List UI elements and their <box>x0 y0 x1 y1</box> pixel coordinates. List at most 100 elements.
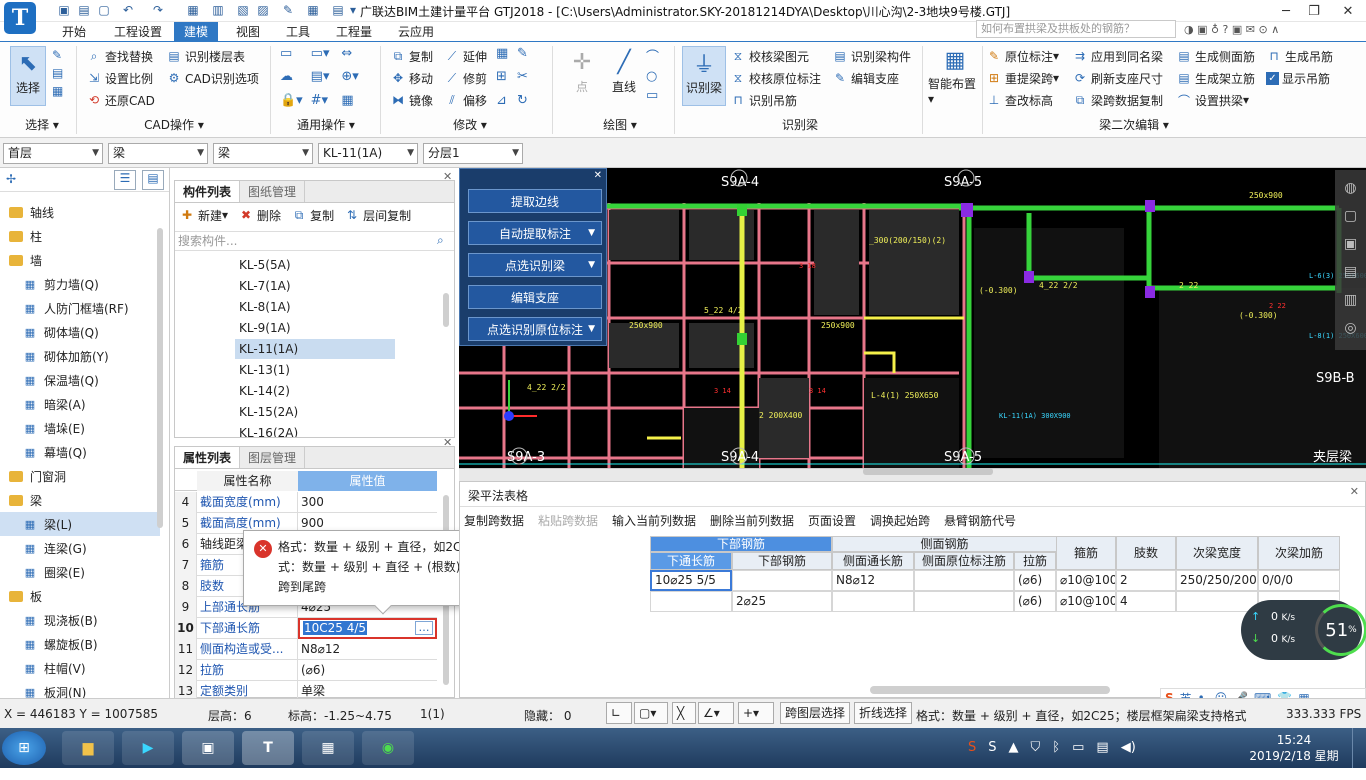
common-ops-icons[interactable]: ▭ ▭▾ ⇔ ☁ ▤▾ ⊕▾ 🔒▾ #▾ ▦ <box>280 46 372 112</box>
table-cell[interactable]: 2⌀25 <box>732 591 832 612</box>
nav-folder[interactable]: 梁 <box>0 488 160 512</box>
column-header[interactable]: 拉筋 <box>1014 552 1056 570</box>
pan-icon[interactable]: ⇔ <box>341 46 372 65</box>
sogou-tray-icon[interactable]: S <box>968 740 976 755</box>
sheet-icon[interactable]: ▤▾ <box>311 69 342 88</box>
shield-icon[interactable]: ⛉ <box>1031 740 1041 755</box>
page-setup-button[interactable]: 页面设置 <box>808 512 856 529</box>
nav-item[interactable]: ▦ 砌体墙(Q) <box>0 320 160 344</box>
edit-support-button[interactable]: ✎ 编辑支座 <box>832 68 899 88</box>
span-layer-select-button[interactable]: 跨图层选择 <box>780 702 851 724</box>
table-cell[interactable]: 0/0/0 <box>1258 570 1340 591</box>
nav-item[interactable]: ▦ 现浇板(B) <box>0 608 160 632</box>
auto-extract-annotation-button[interactable]: 自动提取标注 ▼ <box>468 221 602 245</box>
nav-scrollbar[interactable] <box>157 228 163 528</box>
copy-component-button[interactable]: ⧉ 复制 <box>291 205 334 225</box>
column-header[interactable]: 下通长筋 <box>650 552 732 570</box>
find-replace-button[interactable]: ⌕ 查找替换 <box>86 46 153 66</box>
draw-extra-icons[interactable]: ⌒ ○ ▭ <box>646 46 664 112</box>
angle-toggle[interactable]: ∠▾ <box>698 702 734 724</box>
column-header[interactable]: 下部钢筋 <box>732 552 832 570</box>
component-scrollbar[interactable] <box>443 293 449 327</box>
extend-button[interactable]: ⟋ 延伸 <box>444 46 487 66</box>
table-cell[interactable]: N8⌀12 <box>832 570 914 591</box>
pick-identify-beam-button[interactable]: 点选识别梁 ▼ <box>468 253 602 277</box>
view-3d-icon[interactable]: ▣ <box>1344 236 1357 252</box>
cross-toggle[interactable]: ╳ <box>672 702 696 724</box>
view-reset-icon[interactable]: ▥ <box>1344 292 1357 308</box>
tab-property-list[interactable]: 属性列表 <box>175 447 241 468</box>
column-header[interactable]: 次梁加筋 <box>1258 536 1340 570</box>
check-elevation-button[interactable]: ⊥ 查改标高 <box>986 90 1053 110</box>
table-cell[interactable]: 250/250/200 <box>1176 570 1258 591</box>
align-icon[interactable]: ⊿ <box>496 93 517 112</box>
copy-span-data-button[interactable]: ⧉ 梁跨数据复制 <box>1072 90 1163 110</box>
floor-copy-button[interactable]: ⇅ 层间复制 <box>344 205 411 225</box>
rect-icon[interactable]: ▭▾ <box>311 46 342 65</box>
nav-item[interactable]: ▦ 圈梁(E) <box>0 560 160 584</box>
component-select[interactable]: KL-11(1A) ▼ <box>318 143 418 164</box>
table-cell[interactable] <box>832 591 914 612</box>
floor-select[interactable]: 首层 ▼ <box>3 143 103 164</box>
table-cell[interactable]: 2 <box>1116 570 1176 591</box>
arc-icon[interactable]: ⌒ <box>646 46 664 65</box>
property-row[interactable]: 12 拉筋 (⌀6) <box>175 660 437 681</box>
line-button[interactable]: ╱ 直线 <box>604 46 644 106</box>
edit-support-panel-button[interactable]: 编辑支座 <box>468 285 602 309</box>
point-button[interactable]: ✛ 点 <box>564 46 600 106</box>
pin-icon[interactable]: ✢ <box>6 172 16 186</box>
property-row[interactable]: 4 截面宽度(mm) 300 <box>175 492 437 513</box>
check-annotation-button[interactable]: ⧖ 校核原位标注 <box>730 68 821 88</box>
snap-toggle[interactable]: ▢▾ <box>634 702 668 724</box>
table-icon[interactable]: ▥ <box>210 2 226 18</box>
table-cell[interactable] <box>732 570 832 591</box>
move-button[interactable]: ✥ 移动 <box>390 68 433 88</box>
modify-extra-icons[interactable]: ▦ ✎ ⊞ ✂ ⊿ ↻ <box>496 46 538 112</box>
app-logo-icon[interactable]: T <box>4 2 36 34</box>
mesh-icon[interactable]: #▾ <box>311 93 342 112</box>
taskbar-calculator[interactable]: ▦ <box>302 731 354 765</box>
dimension-toggle[interactable]: +▾ <box>738 702 774 724</box>
trim-button[interactable]: ⟋ 修剪 <box>444 68 487 88</box>
close-icon[interactable]: ✕ <box>1350 485 1359 498</box>
start-button[interactable]: ⊞ <box>2 731 46 765</box>
table-cell[interactable] <box>914 591 1014 612</box>
table-cell[interactable]: ⌀10@100 <box>1056 591 1116 612</box>
menu-cloud[interactable]: 云应用 <box>388 22 444 42</box>
cad-scrollbar[interactable] <box>863 468 993 475</box>
pick-identify-annotation-button[interactable]: 点选识别原位标注 ▼ <box>468 317 602 341</box>
split-icon[interactable]: ✂ <box>517 69 538 88</box>
input-column-button[interactable]: 输入当前列数据 <box>612 512 696 529</box>
component-item[interactable]: KL-13(1) <box>235 360 395 380</box>
gen-side-bar-button[interactable]: ▤ 生成侧面筋 <box>1176 46 1255 66</box>
panel-close-icon[interactable]: ✕ <box>443 170 452 183</box>
refresh-support-button[interactable]: ⟳ 刷新支座尺寸 <box>1072 68 1163 88</box>
globe-icon[interactable]: ◍ <box>1344 180 1356 196</box>
circle-icon[interactable]: ○ <box>646 69 664 84</box>
element-type-select[interactable]: 梁 ▼ <box>108 143 208 164</box>
view-icon[interactable]: ▧ <box>235 2 251 18</box>
menu-tools[interactable]: 工具 <box>276 22 320 42</box>
copy-button[interactable]: ⧉ 复制 <box>390 46 433 66</box>
column-header[interactable]: 侧面原位标注筋 <box>914 552 1014 570</box>
menu-project-settings[interactable]: 工程设置 <box>104 22 172 42</box>
tab-component-list[interactable]: 构件列表 <box>175 181 241 202</box>
close-icon[interactable]: ✕ <box>594 170 602 181</box>
cantilever-code-button[interactable]: 悬臂钢筋代号 <box>944 512 1016 529</box>
component-item[interactable]: KL-11(1A) <box>235 339 395 359</box>
network-icon[interactable]: ▤ <box>1096 740 1108 755</box>
cad-options-button[interactable]: ⚙ CAD识别选项 <box>166 68 259 88</box>
nav-item[interactable]: ▦ 柱帽(V) <box>0 656 160 680</box>
component-item[interactable]: KL-14(2) <box>235 381 395 401</box>
gen-hanger-button[interactable]: ⊓ 生成吊筋 <box>1266 46 1333 66</box>
nav-item[interactable]: ▦ 连梁(G) <box>0 536 160 560</box>
list-view-icon[interactable]: ☰ <box>114 170 136 190</box>
component-item[interactable]: KL-9(1A) <box>235 318 395 338</box>
table-cell[interactable]: ⌀10@100 <box>1056 570 1116 591</box>
restore-cad-button[interactable]: ⟲ 还原CAD <box>86 90 155 110</box>
table-scrollbar[interactable] <box>870 686 1110 694</box>
identify-beam-button[interactable]: ⏚ 识别梁 <box>682 46 726 106</box>
re-extract-span-button[interactable]: ⊞ 重提梁跨 ▾ <box>986 68 1059 88</box>
detail-view-icon[interactable]: ▤ <box>142 170 164 190</box>
table-cell[interactable]: 10⌀25 5/5 <box>650 570 732 591</box>
